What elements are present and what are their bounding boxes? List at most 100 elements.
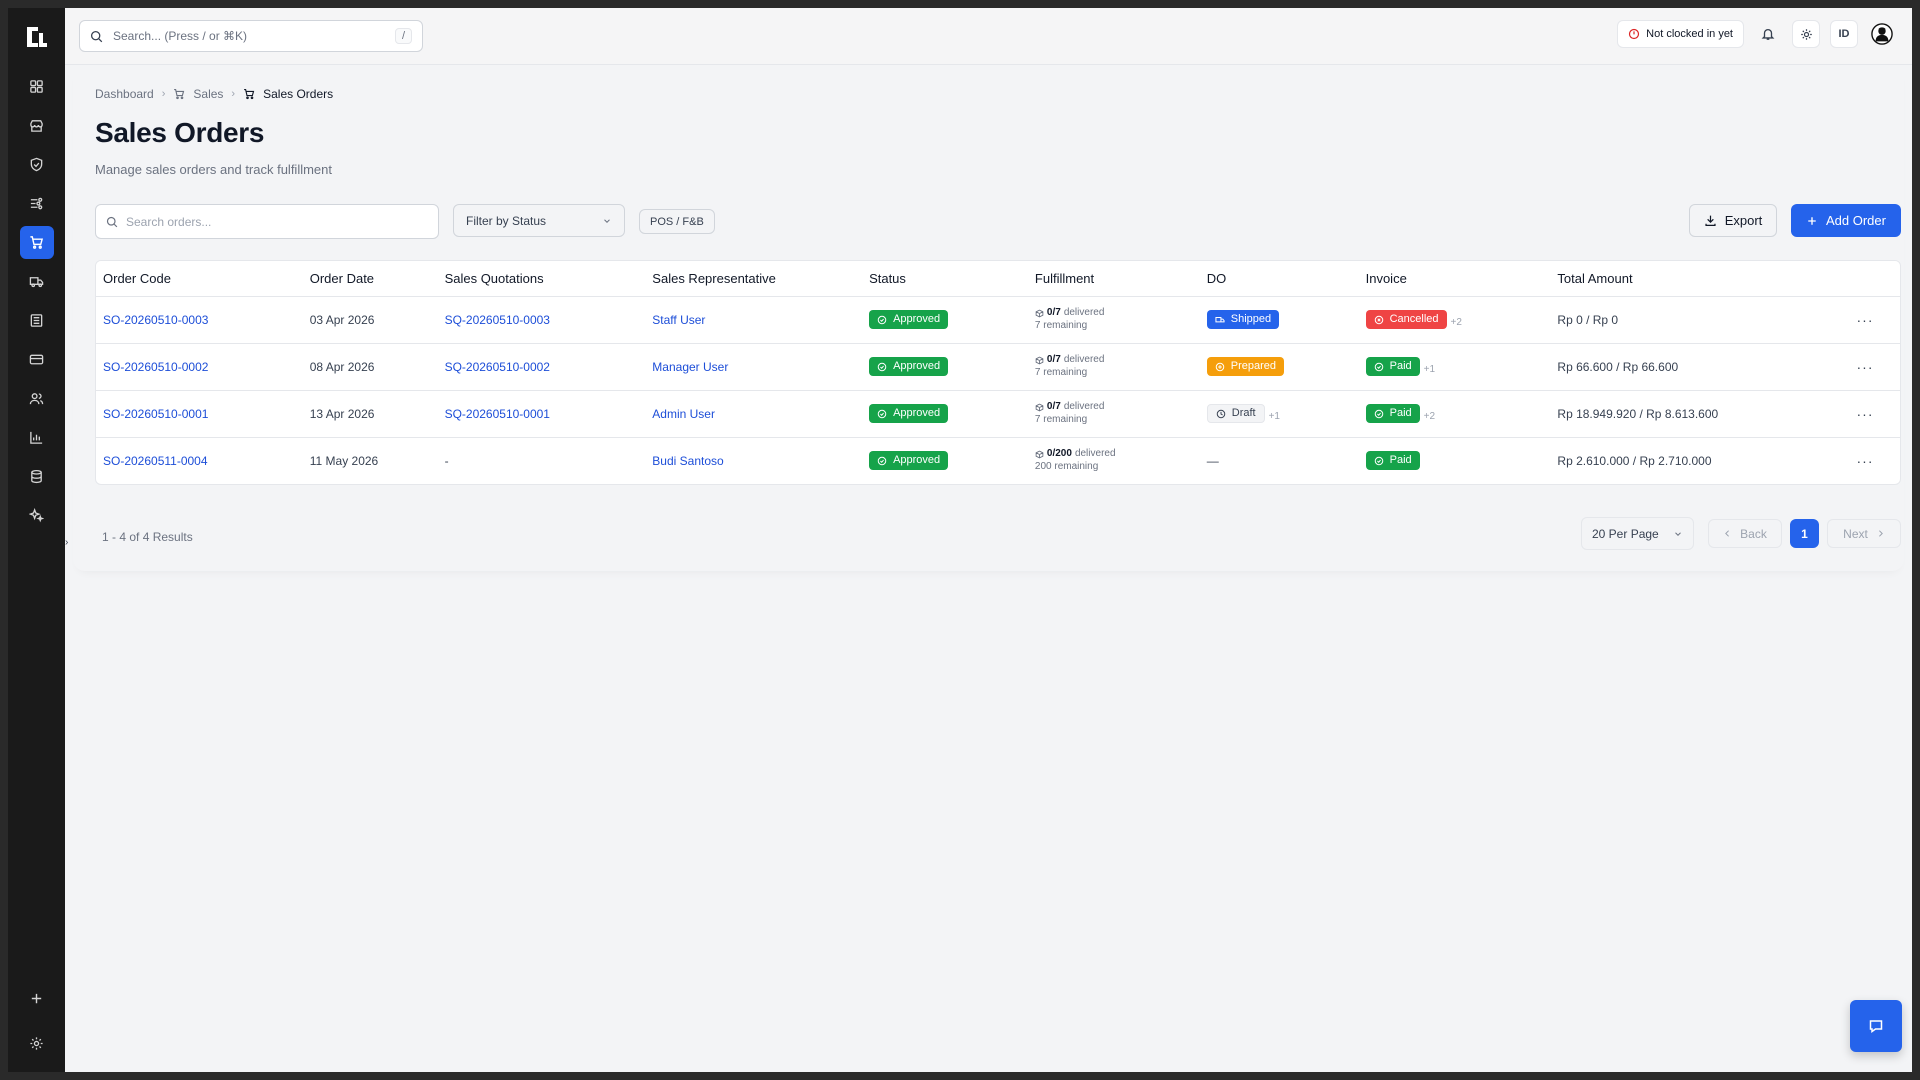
sidebar-item-reports[interactable] [20, 421, 54, 454]
pagination-next-button[interactable]: Next [1827, 519, 1901, 548]
row-actions-menu-icon[interactable]: ··· [1830, 437, 1900, 484]
fulfillment-count: 0/7 [1046, 401, 1061, 412]
col-header-fulfillment[interactable]: Fulfillment [1027, 261, 1200, 297]
sidebar-item-database[interactable] [20, 460, 54, 493]
sales-rep-link[interactable]: Budi Santoso [652, 454, 723, 468]
clock-in-status[interactable]: Not clocked in yet [1617, 20, 1744, 48]
chat-icon [1869, 1020, 1883, 1033]
col-header-total-amount[interactable]: Total Amount [1550, 261, 1830, 297]
fulfillment-remaining: 7 remaining [1034, 413, 1088, 425]
sidebar-item-finance[interactable] [20, 343, 54, 376]
breadcrumb-separator-icon: › [161, 88, 166, 100]
breadcrumb-sales[interactable]: Sales [193, 87, 223, 101]
download-icon [1705, 215, 1716, 226]
sidebar-item-dashboard[interactable] [20, 70, 54, 103]
status-badge: Approved [869, 451, 949, 471]
fulfillment-count: 0/7 [1046, 307, 1061, 318]
search-icon [106, 216, 118, 227]
theme-toggle-button[interactable] [1792, 20, 1820, 48]
total-amount: Rp 18.949.920 / Rp 8.613.600 [1550, 390, 1830, 438]
main-content: › Dashboard › Sales › Sales Orders Sales… [65, 65, 1912, 1072]
status-filter-select[interactable]: Filter by Status [453, 204, 625, 237]
user-avatar[interactable] [1868, 20, 1896, 48]
col-header-invoice[interactable]: Invoice [1358, 261, 1551, 297]
do-badge-label: Draft [1231, 407, 1256, 419]
notifications-button[interactable] [1754, 20, 1782, 48]
fulfillment-count: 0/7 [1046, 354, 1061, 365]
global-search[interactable]: Search... (Press / or ⌘K) / [79, 20, 423, 52]
sidebar-item-inventory[interactable] [20, 187, 54, 220]
quotation-link[interactable]: SQ-20260510-0001 [445, 407, 550, 421]
fulfillment-count: 0/200 [1046, 448, 1072, 460]
do-badge[interactable]: Prepared [1206, 357, 1285, 376]
status-filter-label: Filter by Status [466, 213, 547, 228]
sales-rep-link[interactable]: Staff User [652, 313, 705, 327]
chat-support-button[interactable] [1850, 1000, 1902, 1052]
sidebar-settings-button[interactable] [20, 1027, 54, 1060]
language-switcher[interactable]: ID [1830, 20, 1858, 48]
truck-icon [1215, 316, 1225, 322]
col-header-sales-rep[interactable]: Sales Representative [645, 261, 863, 297]
invoice-badge[interactable]: Paid [1365, 357, 1420, 376]
invoice-badge[interactable]: Paid [1365, 451, 1420, 471]
order-code-link[interactable]: SO-20260510-0001 [103, 407, 208, 421]
sidebar-expand-chevron-icon[interactable]: › [65, 537, 68, 548]
quotation-link[interactable]: SQ-20260510-0002 [445, 360, 550, 374]
sidebar-item-delivery[interactable] [20, 265, 54, 298]
invoice-extra-count: +2 [1423, 410, 1436, 422]
sidebar-item-security[interactable] [20, 148, 54, 181]
breadcrumb-dashboard[interactable]: Dashboard [95, 87, 154, 101]
do-badge[interactable]: Draft [1206, 404, 1265, 423]
quotation-link[interactable]: SQ-20260510-0003 [445, 313, 550, 327]
row-actions-menu-icon[interactable]: ··· [1830, 343, 1900, 391]
breadcrumb: Dashboard › Sales › Sales Orders [95, 87, 333, 101]
per-page-select[interactable]: 20 Per Page [1581, 517, 1694, 550]
invoice-badge-label: Paid [1389, 454, 1412, 467]
sidebar-add-button[interactable] [20, 982, 54, 1015]
global-search-placeholder: Search... (Press / or ⌘K) [113, 29, 248, 43]
plus-icon [31, 993, 42, 1004]
cart-icon [30, 236, 44, 249]
quotation-empty: - [444, 453, 449, 468]
table-row[interactable]: SO-20260510-0002 08 Apr 2026 SQ-20260510… [96, 343, 1900, 391]
table-row[interactable]: SO-20260511-0004 11 May 2026 - Budi Sant… [96, 437, 1900, 484]
col-header-do[interactable]: DO [1199, 261, 1359, 297]
box-icon [1035, 450, 1044, 459]
chart-icon [30, 431, 43, 444]
sidebar-item-users[interactable] [20, 382, 54, 415]
invoice-badge[interactable]: Cancelled [1365, 310, 1447, 329]
app-logo[interactable] [22, 22, 52, 52]
sales-rep-link[interactable]: Admin User [652, 407, 715, 421]
pos-fnb-button[interactable]: POS / F&B [639, 209, 715, 234]
col-header-order-code[interactable]: Order Code [96, 261, 303, 297]
check-circle-icon [877, 456, 887, 465]
order-code-link[interactable]: SO-20260510-0003 [103, 313, 208, 327]
pagination-page-button[interactable]: 1 [1790, 519, 1819, 548]
order-code-link[interactable]: SO-20260510-0002 [103, 360, 208, 374]
col-header-sales-quotations[interactable]: Sales Quotations [437, 261, 646, 297]
row-actions-menu-icon[interactable]: ··· [1830, 390, 1900, 438]
table-row[interactable]: SO-20260510-0001 13 Apr 2026 SQ-20260510… [96, 390, 1900, 438]
invoice-extra-count: +2 [1450, 316, 1462, 328]
export-button[interactable]: Export [1689, 204, 1777, 237]
add-order-button[interactable]: Add Order [1791, 204, 1901, 237]
sidebar-item-sales[interactable] [19, 226, 54, 259]
do-badge[interactable]: Shipped [1206, 310, 1280, 329]
status-badge: Approved [869, 310, 949, 329]
order-code-link[interactable]: SO-20260511-0004 [103, 454, 208, 468]
sidebar-item-store[interactable] [20, 109, 54, 142]
col-header-actions [1830, 261, 1900, 297]
sidebar-item-warehouse[interactable] [20, 304, 54, 337]
sidebar-item-ai[interactable] [20, 499, 54, 532]
orders-search-input[interactable]: Search orders... [95, 204, 439, 239]
col-header-status[interactable]: Status [862, 261, 1028, 297]
fulfillment-info: 0/7 delivered 7 remaining [1035, 307, 1193, 332]
col-header-order-date[interactable]: Order Date [302, 261, 438, 297]
breadcrumb-current: Sales Orders [263, 87, 334, 101]
invoice-badge[interactable]: Paid [1365, 404, 1420, 423]
pagination-back-button[interactable]: Back [1708, 519, 1782, 548]
row-actions-menu-icon[interactable]: ··· [1830, 296, 1900, 344]
table-row[interactable]: SO-20260510-0003 03 Apr 2026 SQ-20260510… [96, 296, 1900, 344]
sales-rep-link[interactable]: Manager User [652, 360, 728, 374]
total-amount: Rp 0 / Rp 0 [1550, 296, 1830, 344]
